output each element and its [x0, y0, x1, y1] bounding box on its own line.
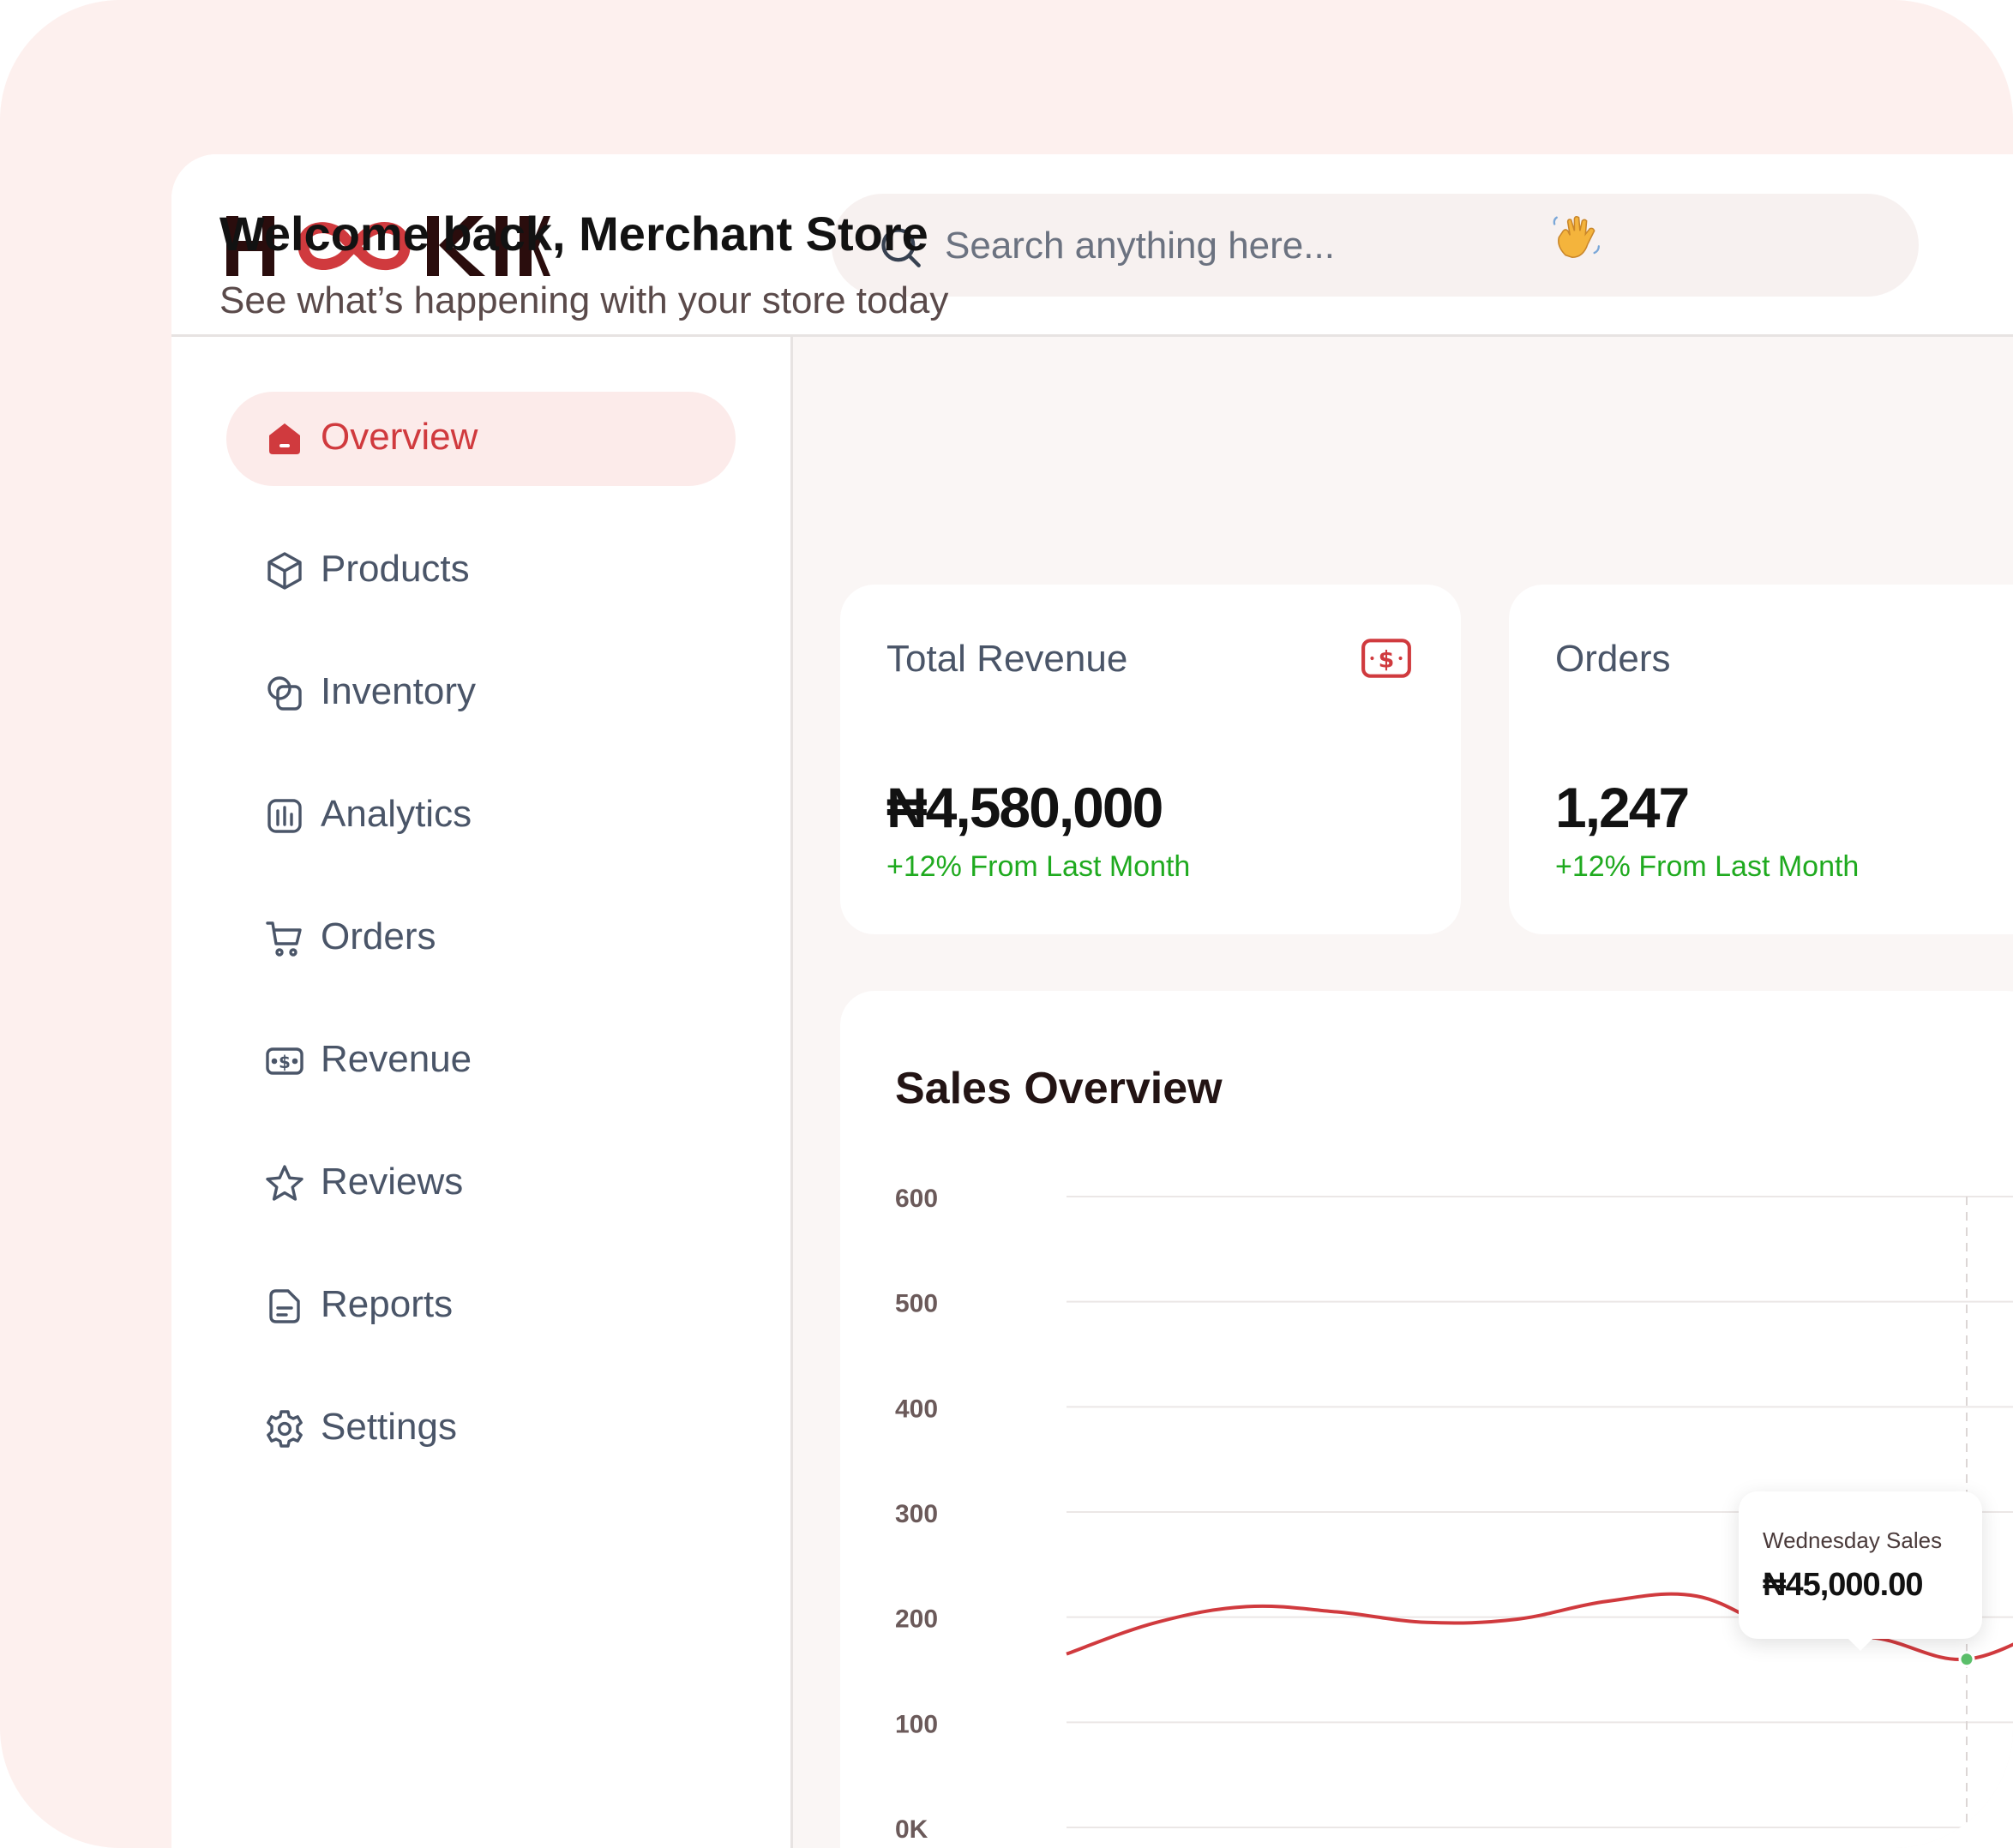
money-icon: $: [266, 1047, 303, 1075]
sidebar-item-inventory[interactable]: Inventory: [226, 646, 736, 741]
sales-overview-card: Sales Overview 600 500 400 300 200 100 0K Wedn…: [840, 991, 2013, 1848]
search-input[interactable]: [943, 214, 1872, 278]
highlighted-data-point[interactable]: [1958, 1651, 1975, 1668]
sidebar-item-reviews[interactable]: Reviews: [226, 1137, 736, 1231]
sales-line-chart: 600 500 400 300 200 100 0K: [895, 1185, 2013, 1844]
home-icon: [269, 423, 300, 454]
y-tick-label: 200: [895, 1605, 938, 1634]
inventory-icon: [267, 676, 302, 711]
cube-icon: [267, 552, 302, 590]
tooltip-value: ₦45,000.00: [1763, 1567, 1923, 1603]
sidebar-item-label: Products: [321, 548, 470, 590]
y-tick-label: 100: [895, 1710, 938, 1738]
revenue-value: ₦4,580,000: [886, 776, 1163, 839]
sidebar-item-label: Inventory: [321, 670, 476, 712]
sidebar-item-overview[interactable]: Overview: [226, 392, 736, 486]
sidebar-item-label: Orders: [321, 915, 436, 957]
tooltip-label: Wednesday Sales: [1763, 1527, 1943, 1553]
orders-change: +12% From Last Month: [1555, 850, 1860, 883]
y-tick-label: 500: [895, 1290, 938, 1318]
revenue-change: +12% From Last Month: [886, 850, 1191, 883]
cart-icon: [266, 921, 302, 957]
sidebar-item-label: Settings: [321, 1406, 457, 1448]
svg-text:$: $: [1379, 646, 1395, 673]
money-icon: $: [1361, 639, 1411, 678]
card-title: Total Revenue: [886, 638, 1128, 680]
y-tick-label: 300: [895, 1500, 938, 1528]
sidebar-item-label: Revenue: [321, 1038, 472, 1080]
sidebar-item-products[interactable]: Products: [226, 524, 736, 618]
sidebar-item-settings[interactable]: Settings: [226, 1382, 736, 1476]
document-icon: [269, 1289, 300, 1323]
y-tick-label: 600: [895, 1185, 938, 1213]
gear-icon: [267, 1410, 303, 1448]
sidebar-item-analytics[interactable]: Analytics: [226, 769, 736, 863]
sidebar-item-label: Overview: [321, 416, 478, 458]
total-revenue-card[interactable]: Total Revenue $ ₦4,580,000 +12% From Las…: [840, 585, 1461, 934]
y-tick-label: 0K: [895, 1815, 928, 1844]
sidebar-item-orders[interactable]: Orders: [226, 891, 736, 986]
card-title: Orders: [1555, 638, 1671, 680]
chart-tooltip: Wednesday Sales ₦45,000.00: [1739, 1491, 1982, 1651]
y-tick-label: 400: [895, 1395, 938, 1423]
analytics-icon: [267, 799, 302, 833]
search-bar[interactable]: [832, 194, 1919, 297]
sidebar-item-reports[interactable]: Reports: [226, 1259, 736, 1353]
star-icon: [266, 1165, 303, 1201]
sidebar: Overview Products Inventory Analytics Or…: [171, 337, 793, 1848]
svg-text:$: $: [279, 1052, 291, 1072]
page-title: Welcome back, Merchant Store: [219, 207, 928, 261]
sidebar-item-label: Reports: [321, 1283, 454, 1325]
waving-hand-icon: [1553, 215, 1600, 259]
page-subtitle: See what’s happening with your store tod…: [219, 279, 949, 321]
app-backdrop: Overview Products Inventory Analytics: [0, 0, 2013, 1848]
sidebar-item-revenue[interactable]: $ Revenue: [226, 1014, 736, 1108]
sidebar-item-label: Analytics: [321, 793, 472, 835]
orders-card[interactable]: Orders 1,247 +12% From Last Month: [1509, 585, 2013, 934]
orders-value: 1,247: [1555, 776, 1690, 839]
sidebar-item-label: Reviews: [321, 1161, 464, 1203]
